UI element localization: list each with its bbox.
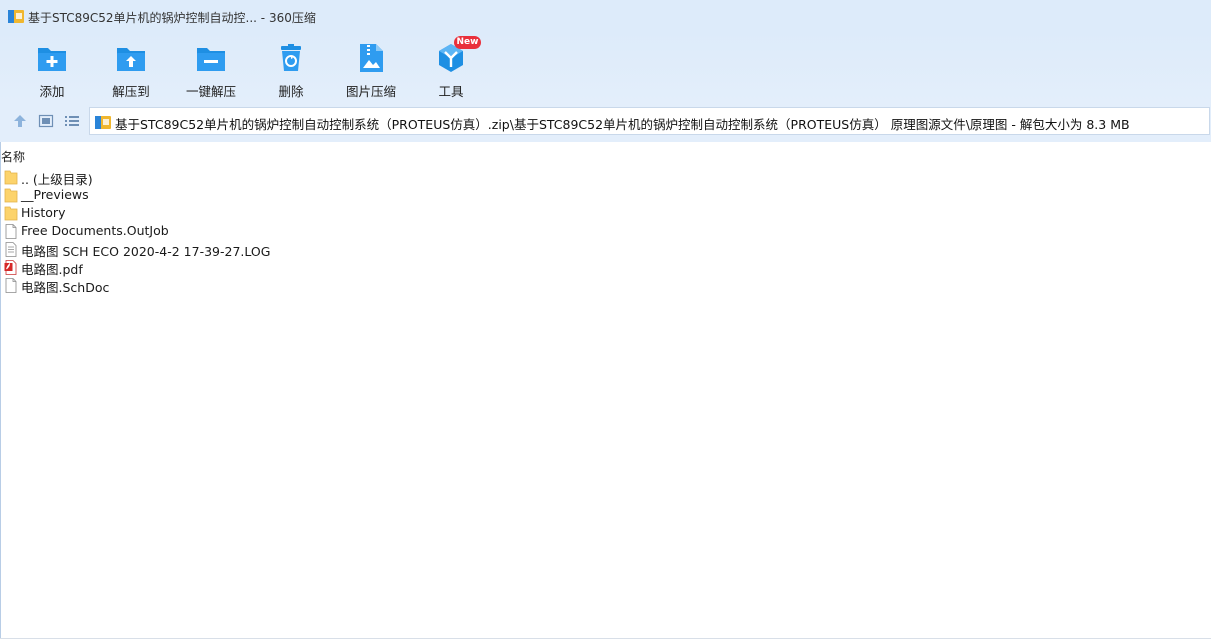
folder-icon [4,206,18,221]
file-name: __Previews [21,187,89,202]
list-item-previews[interactable]: __Previews [0,186,1211,204]
title-bar: 基于STC89C52单片机的锅炉控制自动控... - 360压缩 [0,0,1211,32]
one-click-extract-button[interactable]: 一键解压 [172,36,250,100]
new-badge: New [454,36,481,49]
one-click-extract-button-label: 一键解压 [185,84,236,99]
delete-button[interactable]: 删除 [252,36,330,100]
pdf-file-icon [4,260,17,275]
delete-button-label: 删除 [278,84,304,99]
file-icon [5,224,17,239]
file-list: .. (上级目录) __Previews History Free Docume… [0,168,1211,295]
trash-icon [281,44,301,71]
address-row: 基于STC89C52单片机的锅炉控制自动控制系统（PROTEUS仿真）.zip\… [0,102,1211,142]
extract-to-icon [117,48,145,71]
folder-icon [4,188,18,203]
list-item-pdf[interactable]: 电路图.pdf [0,258,1211,277]
thumbnail-view-icon[interactable] [38,113,54,129]
text-file-icon [5,242,17,257]
add-folder-icon [38,48,66,71]
app-logo-icon [8,10,24,23]
extract-to-button-label: 解压到 [112,84,150,99]
tools-button[interactable]: New 工具 [412,36,490,100]
file-icon [5,278,17,293]
list-item-outjob[interactable]: Free Documents.OutJob [0,222,1211,240]
image-compress-button[interactable]: 图片压缩 [332,36,410,100]
toolbar: 添加 解压到 一键解压 删除 图片压缩 New 工具 [0,32,1211,102]
address-path: 基于STC89C52单片机的锅炉控制自动控制系统（PROTEUS仿真）.zip\… [115,117,1130,132]
address-bar[interactable]: 基于STC89C52单片机的锅炉控制自动控制系统（PROTEUS仿真）.zip\… [89,107,1210,135]
add-button-label: 添加 [39,84,65,99]
arrow-up-icon[interactable] [12,113,28,129]
image-compress-icon [360,44,383,72]
add-button[interactable]: 添加 [13,36,91,100]
list-item-parent-dir[interactable]: .. (上级目录) [0,168,1211,187]
image-compress-button-label: 图片压缩 [345,84,396,99]
folder-icon [4,170,18,185]
file-name: History [21,205,66,220]
zip-archive-icon [95,116,111,129]
list-item-schdoc[interactable]: 电路图.SchDoc [0,276,1211,295]
list-view-icon[interactable] [64,113,80,129]
column-name-header[interactable]: 名称 [1,148,25,165]
tools-button-label: 工具 [438,84,464,99]
file-name: 电路图.SchDoc [21,280,110,295]
extract-to-button[interactable]: 解压到 [92,36,170,100]
list-item-history[interactable]: History [0,204,1211,222]
file-name: Free Documents.OutJob [21,223,169,238]
list-item-log[interactable]: 电路图 SCH ECO 2020-4-2 17-39-27.LOG [0,240,1211,259]
column-header: 名称 [0,146,1211,164]
one-click-extract-icon [197,48,225,71]
window-title: 基于STC89C52单片机的锅炉控制自动控... - 360压缩 [28,11,316,25]
